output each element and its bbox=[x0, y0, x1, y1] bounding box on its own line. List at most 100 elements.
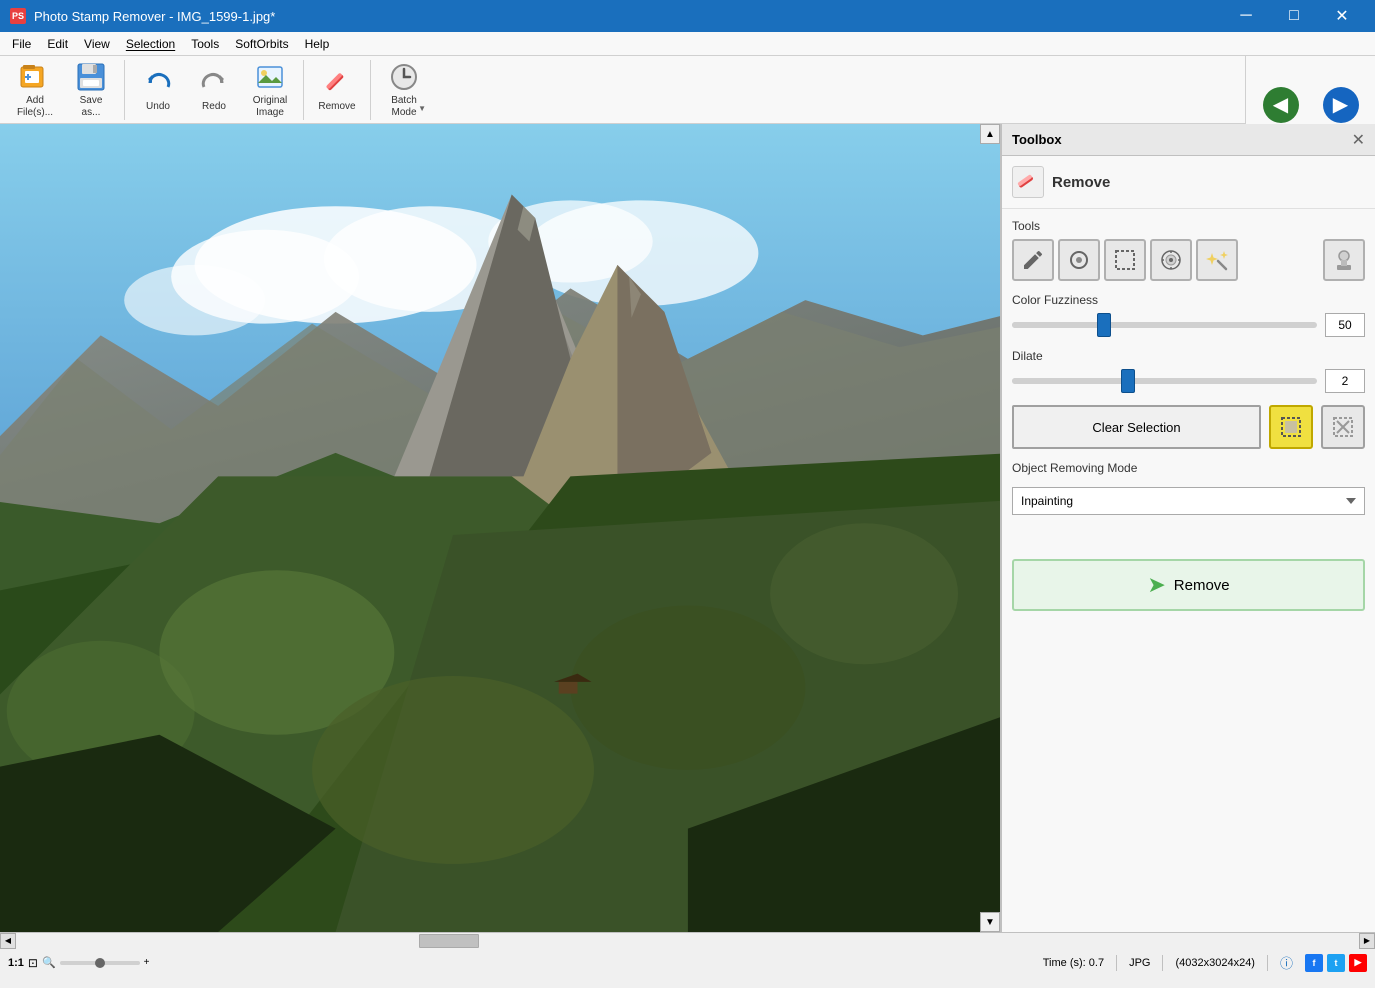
status-bar: 1:1 ⊡ 🔍 + Time (s): 0.7 JPG (4032x3024x2… bbox=[0, 948, 1375, 976]
status-text-area: Time (s): 0.7 JPG (4032x3024x24) ⓘ f t ▶ bbox=[1043, 953, 1367, 972]
object-removing-mode-section: Object Removing Mode Inpainting Smart Fi… bbox=[1012, 461, 1365, 515]
scroll-right-arrow[interactable]: ▶ bbox=[1359, 933, 1375, 949]
clear-selection-button[interactable]: Clear Selection bbox=[1012, 405, 1261, 449]
menu-file[interactable]: File bbox=[4, 33, 39, 55]
toolbar-remove-group: Remove bbox=[310, 60, 371, 120]
remove-section-icon bbox=[1012, 166, 1044, 198]
remove-section-header: Remove bbox=[1002, 156, 1375, 209]
batch-mode-button[interactable]: BatchMode ▼ bbox=[377, 62, 431, 118]
facebook-icon[interactable]: f bbox=[1305, 954, 1323, 972]
title-bar: PS Photo Stamp Remover - IMG_1599-1.jpg*… bbox=[0, 0, 1375, 32]
redo-label: Redo bbox=[202, 101, 226, 113]
canvas-scroll-down-button[interactable]: ▼ bbox=[980, 912, 1000, 932]
spacer bbox=[1012, 527, 1365, 547]
toolbox-close-button[interactable]: ✕ bbox=[1352, 130, 1365, 150]
save-as-label: Saveas... bbox=[80, 95, 103, 119]
original-image-icon bbox=[254, 61, 286, 93]
close-button[interactable]: ✕ bbox=[1319, 0, 1365, 32]
remove-arrow-icon: ➤ bbox=[1147, 572, 1165, 598]
time-label: Time (s): 0.7 bbox=[1043, 957, 1104, 969]
minimize-button[interactable]: ─ bbox=[1223, 0, 1269, 32]
menu-softorbits[interactable]: SoftOrbits bbox=[227, 33, 296, 55]
mountain-image bbox=[0, 124, 1000, 932]
selection-row: Clear Selection bbox=[1012, 405, 1365, 449]
zoom-fit-icon[interactable]: ⊡ bbox=[28, 956, 38, 970]
toolbox-title: Toolbox bbox=[1012, 132, 1062, 147]
color-fuzziness-thumb[interactable] bbox=[1097, 313, 1111, 337]
dimensions-label: (4032x3024x24) bbox=[1175, 957, 1255, 969]
color-fuzziness-section: Color Fuzziness 50 bbox=[1012, 293, 1365, 337]
menu-selection[interactable]: Selection bbox=[118, 33, 183, 55]
info-icon[interactable]: ⓘ bbox=[1280, 953, 1293, 972]
redo-icon bbox=[198, 67, 230, 99]
original-image-button[interactable]: OriginalImage bbox=[243, 62, 297, 118]
add-files-label: AddFile(s)... bbox=[17, 95, 53, 119]
menu-help[interactable]: Help bbox=[297, 33, 338, 55]
save-as-button[interactable]: Saveas... bbox=[64, 62, 118, 118]
maximize-button[interactable]: □ bbox=[1271, 0, 1317, 32]
toolbox-header: Toolbox ✕ bbox=[1002, 124, 1375, 156]
add-files-icon bbox=[19, 61, 51, 93]
remove-btn-label: Remove bbox=[1174, 577, 1230, 594]
status-divider-1 bbox=[1116, 955, 1117, 971]
selection-icon-button-2[interactable] bbox=[1321, 405, 1365, 449]
magic-tool-button[interactable] bbox=[1150, 239, 1192, 281]
circle-tool-button[interactable] bbox=[1058, 239, 1100, 281]
toolbox-body: Tools bbox=[1002, 209, 1375, 621]
color-fuzziness-slider[interactable] bbox=[1012, 322, 1317, 328]
youtube-icon[interactable]: ▶ bbox=[1349, 954, 1367, 972]
pencil-tool-button[interactable] bbox=[1012, 239, 1054, 281]
color-fuzziness-label: Color Fuzziness bbox=[1012, 293, 1365, 307]
zoom-slider[interactable] bbox=[60, 961, 140, 965]
zoom-minus-icon[interactable]: 🔍 bbox=[42, 956, 56, 969]
dilate-thumb[interactable] bbox=[1121, 369, 1135, 393]
wand-tool-button[interactable] bbox=[1196, 239, 1238, 281]
twitter-icon[interactable]: t bbox=[1327, 954, 1345, 972]
redo-button[interactable]: Redo bbox=[187, 62, 241, 118]
selection-icon-button-1[interactable] bbox=[1269, 405, 1313, 449]
social-icons: f t ▶ bbox=[1305, 954, 1367, 972]
app-icon: PS bbox=[10, 8, 26, 24]
scroll-track[interactable] bbox=[16, 933, 1359, 949]
toolbar-batch-group: BatchMode ▼ bbox=[377, 60, 437, 120]
canvas-area[interactable]: ▲ ▼ bbox=[0, 124, 1000, 932]
batch-mode-label: BatchMode bbox=[391, 95, 417, 119]
remove-action-button[interactable]: ➤ Remove bbox=[1012, 559, 1365, 611]
zoom-level-label: 1:1 bbox=[8, 957, 24, 969]
zoom-plus-icon[interactable]: + bbox=[144, 957, 150, 968]
undo-label: Undo bbox=[146, 101, 170, 113]
tools-section-label: Tools bbox=[1012, 219, 1365, 233]
horizontal-scrollbar[interactable]: ◀ ▶ bbox=[0, 932, 1375, 948]
undo-button[interactable]: Undo bbox=[131, 62, 185, 118]
mode-dropdown[interactable]: Inpainting Smart Fill Move/Clone bbox=[1012, 487, 1365, 515]
rect-selection-tool-button[interactable] bbox=[1104, 239, 1146, 281]
tools-row bbox=[1012, 239, 1365, 281]
image-container[interactable] bbox=[0, 124, 1000, 932]
title-bar-controls: ─ □ ✕ bbox=[1223, 0, 1365, 32]
original-image-label: OriginalImage bbox=[253, 95, 287, 119]
object-removing-mode-label: Object Removing Mode bbox=[1012, 461, 1365, 475]
menu-edit[interactable]: Edit bbox=[39, 33, 76, 55]
title-bar-left: PS Photo Stamp Remover - IMG_1599-1.jpg* bbox=[10, 8, 275, 24]
dilate-slider[interactable] bbox=[1012, 378, 1317, 384]
canvas-scroll-up-button[interactable]: ▲ bbox=[980, 124, 1000, 144]
add-files-button[interactable]: AddFile(s)... bbox=[8, 62, 62, 118]
main-content: ▲ ▼ Toolbox ✕ Remove Tools bbox=[0, 124, 1375, 932]
undo-icon bbox=[142, 67, 174, 99]
remove-label: Remove bbox=[318, 101, 355, 113]
status-divider-3 bbox=[1267, 955, 1268, 971]
color-fuzziness-value: 50 bbox=[1325, 313, 1365, 337]
stamp-tool-button[interactable] bbox=[1323, 239, 1365, 281]
color-fuzziness-row: 50 bbox=[1012, 313, 1365, 337]
remove-toolbar-button[interactable]: Remove bbox=[310, 62, 364, 118]
menu-tools[interactable]: Tools bbox=[183, 33, 227, 55]
dilate-label: Dilate bbox=[1012, 349, 1365, 363]
menu-view[interactable]: View bbox=[76, 33, 118, 55]
tools-section: Tools bbox=[1012, 219, 1365, 281]
batch-dropdown-arrow: ▼ bbox=[418, 104, 426, 113]
toolbox-panel: Toolbox ✕ Remove Tools bbox=[1000, 124, 1375, 932]
scroll-thumb[interactable] bbox=[419, 934, 479, 948]
next-icon: ▶ bbox=[1323, 87, 1359, 123]
scroll-left-arrow[interactable]: ◀ bbox=[0, 933, 16, 949]
toolbar-edit-group: Undo Redo OriginalImage bbox=[131, 60, 304, 120]
